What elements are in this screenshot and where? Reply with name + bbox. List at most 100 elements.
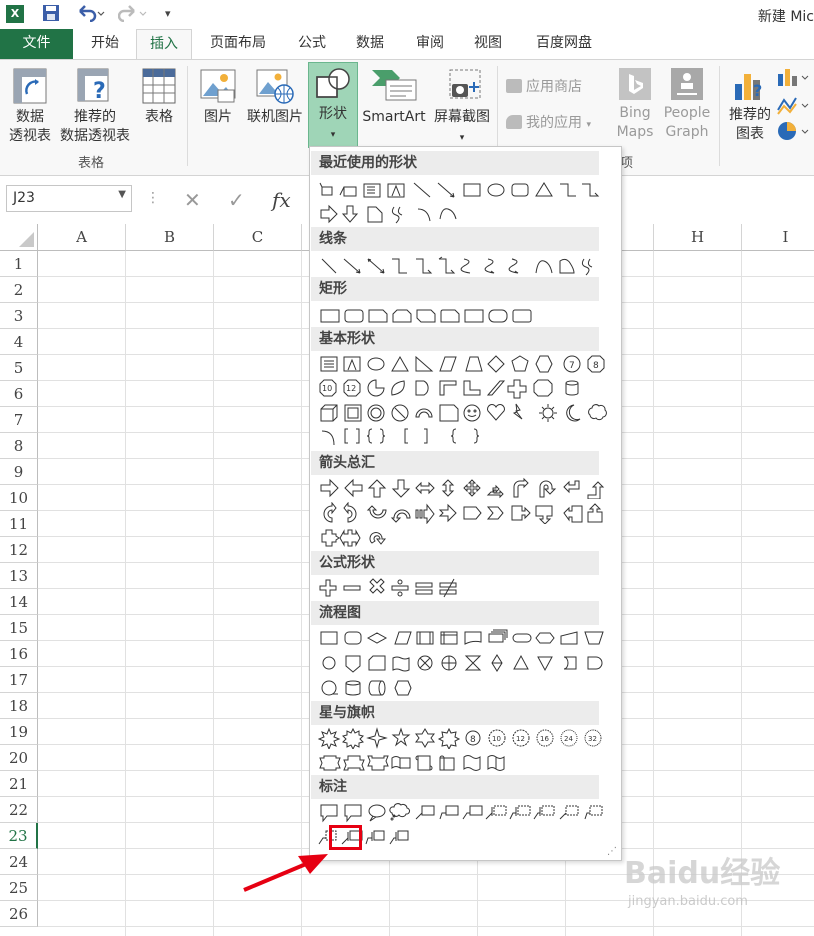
column-header-a[interactable]: A xyxy=(38,224,126,251)
tab-view[interactable]: 视图 xyxy=(464,29,512,59)
column-chart-icon[interactable] xyxy=(776,66,810,92)
save-icon[interactable] xyxy=(42,4,60,26)
column-header-h[interactable]: H xyxy=(654,224,742,251)
table-button[interactable]: 表格 xyxy=(138,68,180,127)
row-header[interactable]: 25 xyxy=(0,875,38,901)
online-picture-button[interactable]: 联机图片 xyxy=(244,68,306,127)
picture-icon xyxy=(200,69,236,103)
row-header[interactable]: 1 xyxy=(0,251,38,277)
row-header[interactable]: 8 xyxy=(0,433,38,459)
banners-row[interactable] xyxy=(318,752,608,774)
equation-row[interactable] xyxy=(318,577,608,599)
insert-function-icon[interactable]: fx xyxy=(272,188,291,212)
row-header[interactable]: 13 xyxy=(0,563,38,589)
smartart-icon xyxy=(372,70,417,101)
undo-icon[interactable] xyxy=(76,4,106,26)
arrows-row-1[interactable] xyxy=(318,477,608,499)
tab-baidu-netdisk[interactable]: 百度网盘 xyxy=(524,29,604,59)
svg-text:16: 16 xyxy=(540,735,549,743)
svg-text:8: 8 xyxy=(470,735,476,745)
resize-grip-icon[interactable]: ⋰ xyxy=(607,846,617,857)
row-header[interactable]: 5 xyxy=(0,355,38,381)
line-chart-icon[interactable] xyxy=(776,94,810,120)
callouts-row-1[interactable] xyxy=(318,801,608,823)
svg-text:?: ? xyxy=(753,81,762,100)
selected-callout-highlight[interactable] xyxy=(329,825,362,850)
row-header[interactable]: 14 xyxy=(0,589,38,615)
row-header[interactable]: 22 xyxy=(0,797,38,823)
svg-text:12: 12 xyxy=(346,384,356,393)
svg-text:24: 24 xyxy=(564,735,573,743)
row-header[interactable]: 20 xyxy=(0,745,38,771)
name-box-dropdown-icon[interactable]: ▼ xyxy=(118,189,126,200)
name-box[interactable]: J23 ▼ xyxy=(6,185,132,212)
redo-icon[interactable] xyxy=(117,4,148,26)
rectangles-row[interactable] xyxy=(318,305,608,327)
people-graph-label-2: Graph xyxy=(665,124,709,140)
recent-shapes-row-1[interactable] xyxy=(318,179,608,201)
screenshot-button[interactable]: 屏幕截图 ▾ xyxy=(430,68,494,148)
gridline-vertical xyxy=(741,251,742,936)
smartart-button[interactable]: SmartArt xyxy=(360,68,428,127)
row-header[interactable]: 21 xyxy=(0,771,38,797)
tab-file[interactable]: 文件 xyxy=(0,29,73,59)
flowchart-row-2[interactable] xyxy=(318,652,608,674)
tab-data[interactable]: 数据 xyxy=(346,29,394,59)
recommended-charts-button[interactable]: ? 推荐的 图表 xyxy=(724,68,776,144)
picture-button[interactable]: 图片 xyxy=(196,68,240,127)
row-header[interactable]: 2 xyxy=(0,277,38,303)
basic-shapes-row-4[interactable] xyxy=(318,425,608,447)
column-header-b[interactable]: B xyxy=(126,224,214,251)
row-header[interactable]: 18 xyxy=(0,693,38,719)
section-basic-shapes: 基本形状 xyxy=(311,327,599,351)
row-header[interactable]: 3 xyxy=(0,303,38,329)
bing-maps-label-1: Bing xyxy=(619,105,651,121)
lines-row[interactable] xyxy=(318,255,608,277)
bing-maps-button[interactable]: Bing Maps xyxy=(612,68,658,142)
row-header[interactable]: 9 xyxy=(0,459,38,485)
customize-qat-icon[interactable]: ▾ xyxy=(165,7,171,20)
flowchart-row-1[interactable] xyxy=(318,627,608,649)
svg-text:32: 32 xyxy=(588,735,597,743)
row-header[interactable]: 12 xyxy=(0,537,38,563)
row-header[interactable]: 4 xyxy=(0,329,38,355)
select-all-corner[interactable] xyxy=(0,224,38,251)
column-header-i[interactable]: I xyxy=(742,224,814,251)
recommended-pivot-button[interactable]: ? 推荐的 数据透视表 xyxy=(56,68,134,146)
shapes-button[interactable]: 形状 ▾ xyxy=(308,62,358,148)
basic-shapes-row-2[interactable]: 10 12 xyxy=(318,377,608,399)
arrows-row-2[interactable] xyxy=(318,502,608,524)
row-header[interactable]: 11 xyxy=(0,511,38,537)
arrows-row-3[interactable] xyxy=(318,527,608,549)
row-header[interactable]: 19 xyxy=(0,719,38,745)
basic-shapes-row-3[interactable] xyxy=(318,401,608,423)
row-header[interactable]: 16 xyxy=(0,641,38,667)
my-apps-label: 我的应用 xyxy=(526,115,582,131)
my-apps-button[interactable]: 我的应用 ▾ xyxy=(506,114,610,135)
row-header[interactable]: 17 xyxy=(0,667,38,693)
row-header[interactable]: 10 xyxy=(0,485,38,511)
recent-shapes-row-2[interactable] xyxy=(318,203,608,225)
enter-icon[interactable]: ✓ xyxy=(228,188,245,212)
pivot-table-button[interactable]: 数据 透视表 xyxy=(4,68,56,146)
column-header-c[interactable]: C xyxy=(214,224,302,251)
row-header[interactable]: 26 xyxy=(0,901,38,927)
ribbon-tabs: 文件 开始 插入 页面布局 公式 数据 审阅 视图 百度网盘 xyxy=(0,29,814,60)
app-store-button[interactable]: 应用商店 xyxy=(506,78,602,97)
people-graph-button[interactable]: People Graph xyxy=(660,68,714,142)
basic-shapes-row-1[interactable]: 78 xyxy=(318,353,608,375)
cancel-icon[interactable]: ✕ xyxy=(184,188,201,212)
row-header[interactable]: 15 xyxy=(0,615,38,641)
tab-review[interactable]: 审阅 xyxy=(406,29,454,59)
row-header[interactable]: 24 xyxy=(0,849,38,875)
tab-home[interactable]: 开始 xyxy=(80,29,130,59)
row-header[interactable]: 6 xyxy=(0,381,38,407)
pie-chart-icon[interactable] xyxy=(776,120,810,146)
tab-insert[interactable]: 插入 xyxy=(136,29,192,60)
row-header[interactable]: 23 xyxy=(0,823,38,849)
tab-formulas[interactable]: 公式 xyxy=(288,29,336,59)
tab-page-layout[interactable]: 页面布局 xyxy=(200,29,276,59)
flowchart-row-3[interactable] xyxy=(318,677,608,699)
stars-row-1[interactable]: 8 10 12 16 24 32 xyxy=(318,727,608,749)
row-header[interactable]: 7 xyxy=(0,407,38,433)
